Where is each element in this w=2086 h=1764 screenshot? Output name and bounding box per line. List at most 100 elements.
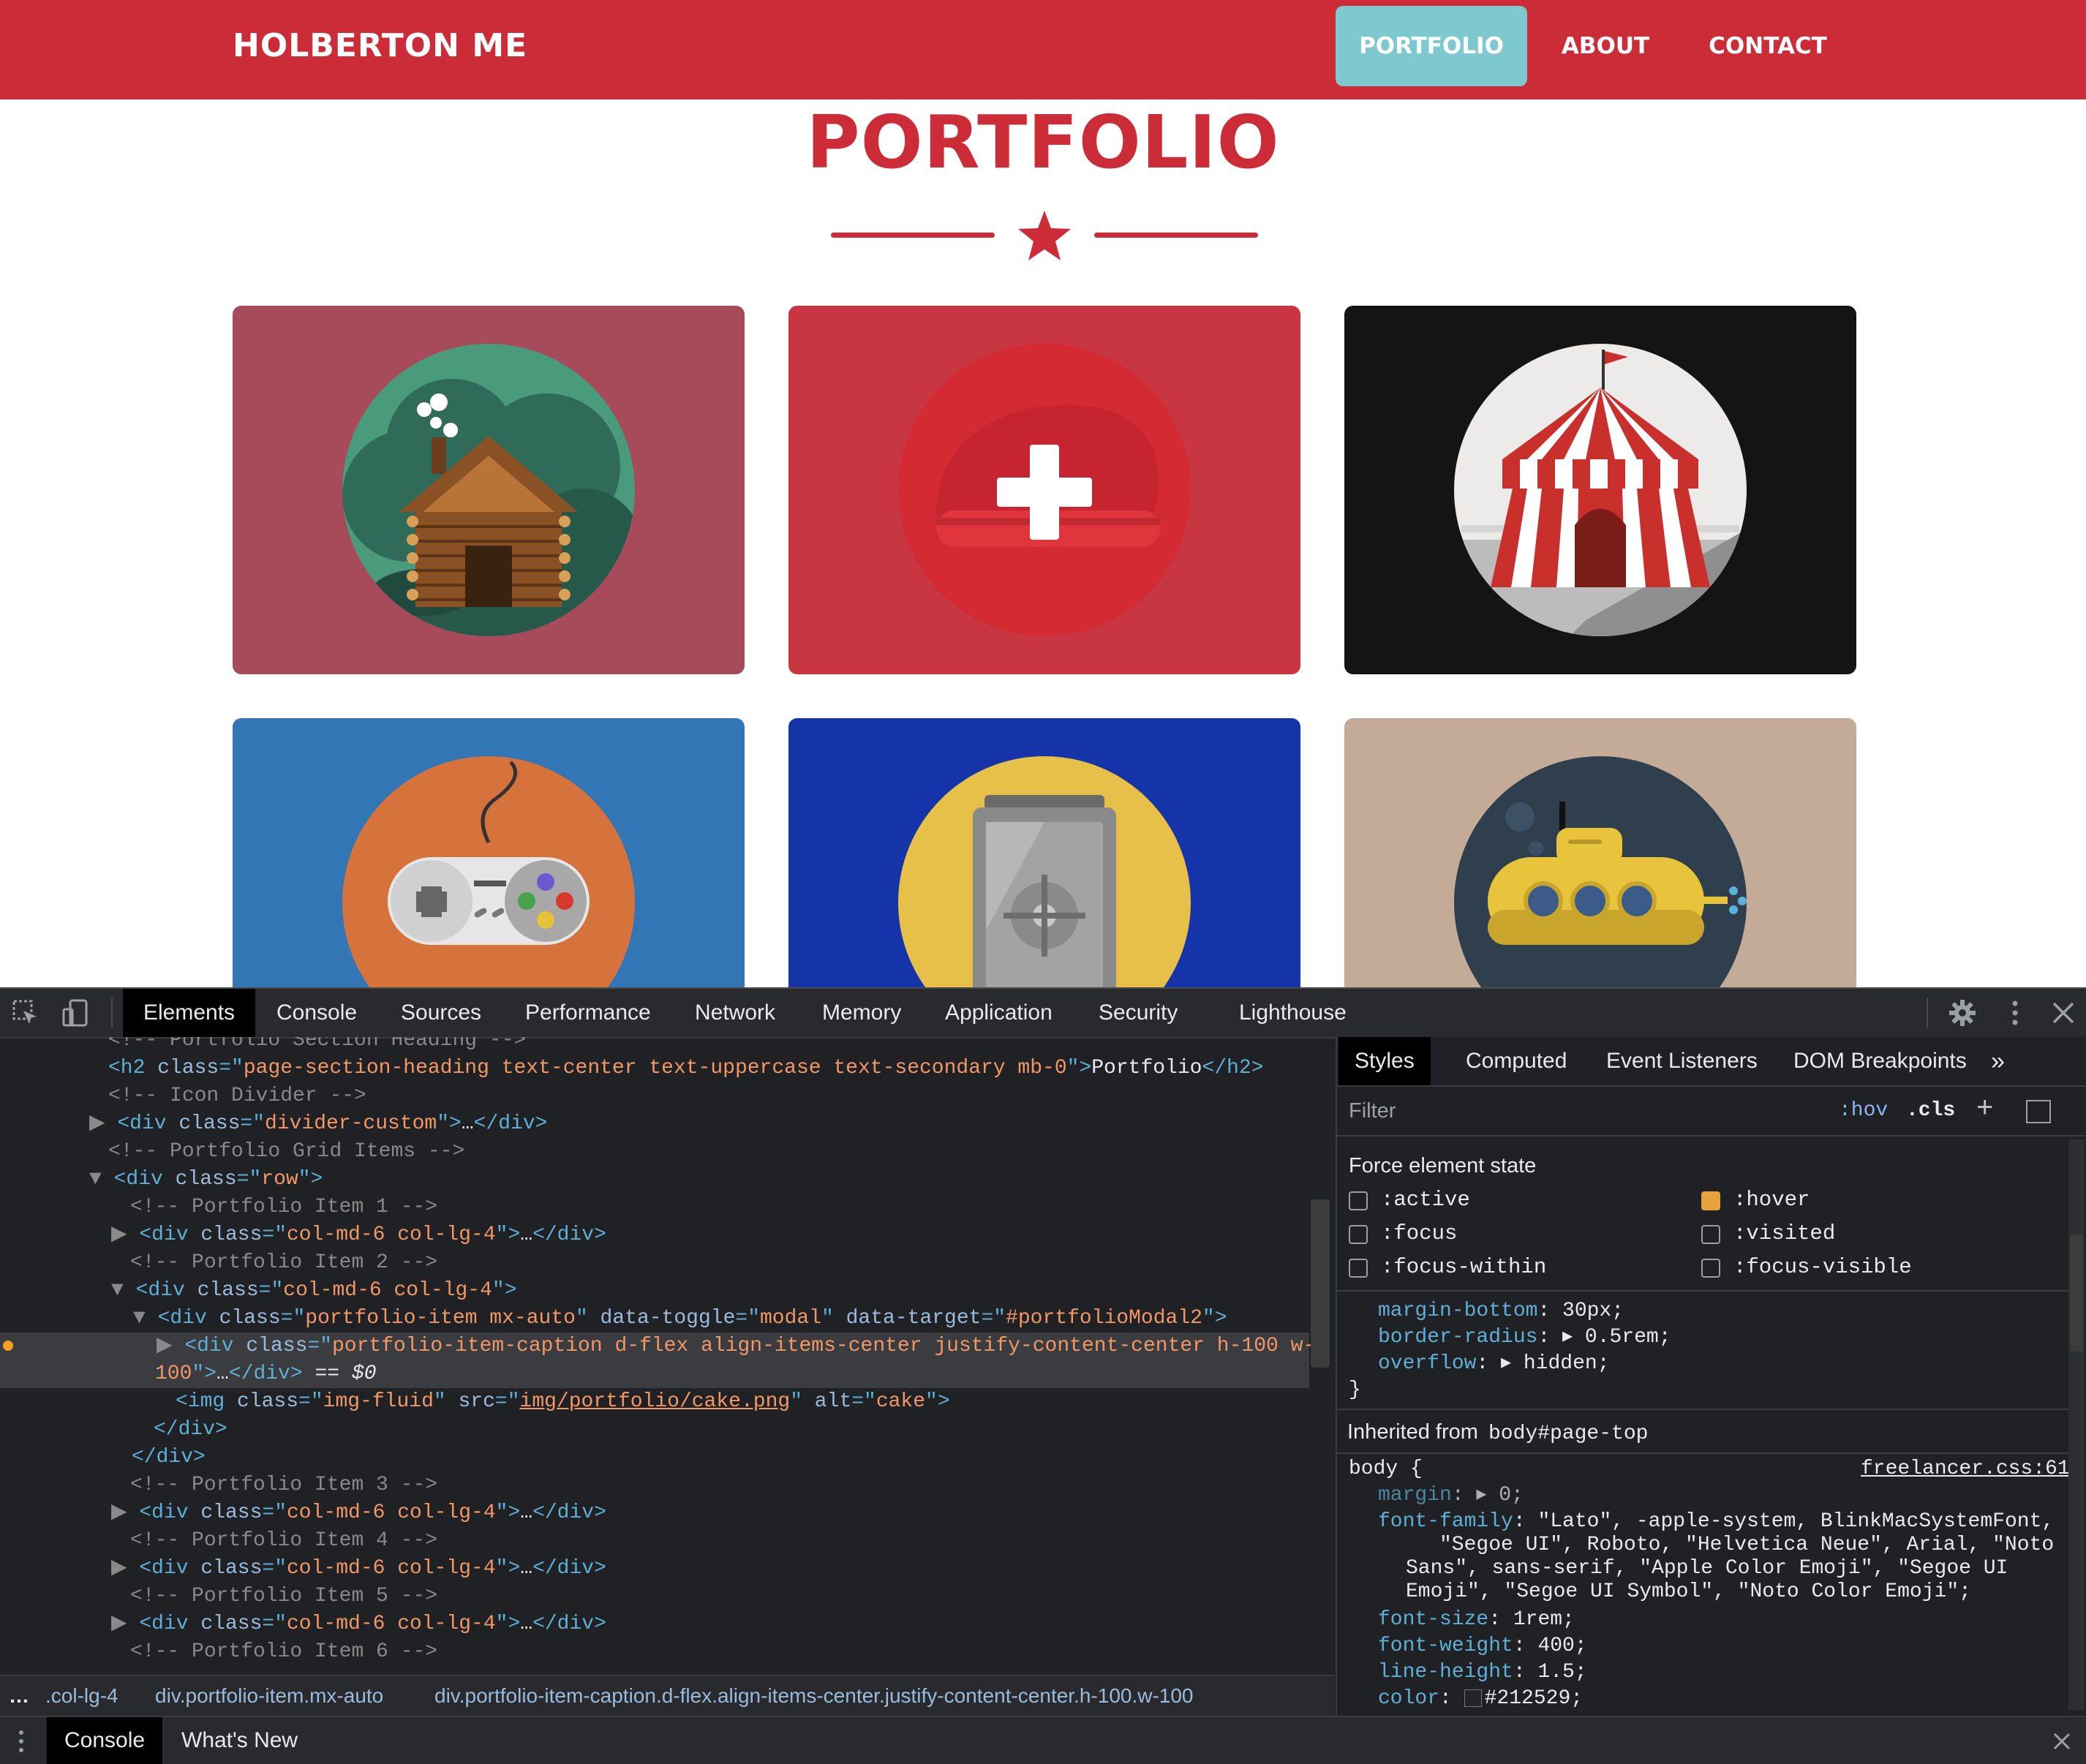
toggle-sidebar-icon[interactable] (2026, 1100, 2051, 1123)
dom-node[interactable]: ▶ <div class="col-md-6 col-lg-4">…</div> (111, 1221, 1334, 1249)
tab-application[interactable]: Application (925, 989, 1073, 1037)
portfolio-item-submarine[interactable] (1344, 718, 1856, 987)
close-devtools-icon[interactable] (2049, 999, 2077, 1027)
more-options-icon[interactable] (2001, 999, 2029, 1027)
dom-node[interactable]: ▼ <div class="col-md-6 col-lg-4"> (111, 1277, 1334, 1305)
separator (1337, 1290, 2068, 1292)
css-declaration[interactable]: color: #212529; (1378, 1686, 1583, 1711)
css-selector[interactable]: body { (1349, 1457, 1423, 1482)
styles-filter-input[interactable]: Filter (1349, 1094, 1831, 1128)
settings-gear-icon[interactable] (1948, 999, 1976, 1027)
css-source-link[interactable]: freelancer.css:61 (1861, 1457, 2070, 1482)
css-declaration[interactable]: font-size: 1rem; (1378, 1607, 1575, 1632)
circus-tent-icon (1454, 344, 1747, 636)
new-style-rule-icon[interactable]: + (1976, 1091, 1993, 1124)
device-toolbar-icon[interactable] (61, 999, 89, 1027)
dom-comment[interactable]: <!-- Icon Divider --> (108, 1082, 1334, 1110)
star-icon (1018, 211, 1071, 260)
inherited-from-header: Inherited from body#page-top (1347, 1414, 1648, 1450)
css-declaration[interactable]: margin: ▸ 0; (1378, 1483, 1524, 1508)
portfolio-item-cake[interactable] (788, 306, 1300, 674)
inherited-selector[interactable]: body#page-top (1488, 1422, 1648, 1445)
tab-event-listeners[interactable]: Event Listeners (1590, 1037, 1774, 1085)
breadcrumb-item[interactable]: .col-lg-4 (45, 1676, 118, 1716)
dom-comment[interactable]: <!-- Portfolio Item 2 --> (130, 1249, 1334, 1277)
styles-sidebar: Styles Computed Event Listeners DOM Brea… (1336, 1037, 2086, 1716)
portfolio-item-game[interactable] (233, 718, 745, 987)
drawer-tab-whats-new[interactable]: What's New (164, 1717, 315, 1764)
css-declaration-cont: "Segoe UI", Roboto, "Helvetica Neue", Ar… (1439, 1534, 2055, 1556)
drawer-menu-icon[interactable] (16, 1729, 26, 1754)
elements-tree: <!-- Portfolio Section Heading --> <h2 c… (0, 1037, 1334, 1675)
css-declaration[interactable]: border-radius: ▸ 0.5rem; (1378, 1325, 1671, 1350)
dom-node[interactable]: ▶ <div class="divider-custom">…</div> (89, 1110, 1334, 1138)
site-brand[interactable]: HOLBERTON ME (233, 0, 527, 92)
breadcrumb-more[interactable]: … (9, 1676, 29, 1716)
tab-performance[interactable]: Performance (505, 989, 671, 1037)
portfolio-item-circus[interactable] (1344, 306, 1856, 674)
css-declaration[interactable]: margin-bottom: 30px; (1378, 1299, 1624, 1324)
css-rule-close: } (1349, 1379, 1361, 1401)
safe-icon (898, 756, 1191, 987)
dom-comment[interactable]: <!-- Portfolio Grid Items --> (108, 1138, 1334, 1166)
breadcrumb-item[interactable]: div.portfolio-item.mx-auto (155, 1676, 383, 1716)
css-declaration[interactable]: font-family: "Lato", -apple-system, Blin… (1378, 1509, 2054, 1534)
cake-icon (898, 344, 1191, 636)
cabin-icon (342, 344, 635, 636)
color-swatch[interactable] (1464, 1689, 1482, 1707)
dom-comment[interactable]: <!-- Portfolio Item 5 --> (130, 1583, 1334, 1610)
nav-about-link[interactable]: ABOUT (1543, 6, 1668, 86)
divider-line-left (831, 233, 995, 238)
nav-contact-link[interactable]: CONTACT (1691, 6, 1845, 86)
site-navbar: HOLBERTON ME PORTFOLIO ABOUT CONTACT (0, 0, 2086, 99)
dom-node[interactable]: <img class="img-fluid" src="img/portfoli… (176, 1388, 1334, 1416)
css-declaration[interactable]: font-weight: 400; (1378, 1634, 1587, 1659)
breadcrumb-item-current[interactable]: div.portfolio-item-caption.d-flex.align-… (434, 1676, 1194, 1716)
tab-network[interactable]: Network (674, 989, 796, 1037)
tab-lighthouse[interactable]: Lighthouse (1219, 989, 1367, 1037)
dom-node[interactable]: ▶ <div class="col-md-6 col-lg-4">…</div> (111, 1499, 1334, 1527)
devtools-drawer: Console What's New (0, 1716, 2086, 1764)
styles-scrollbar[interactable] (2068, 1139, 2085, 1710)
styles-filter-row: Filter :hov .cls + (1337, 1087, 2086, 1137)
close-drawer-icon[interactable] (2052, 1732, 2071, 1751)
dom-node-selected-cont[interactable]: 100">…</div> == $0 (0, 1360, 1309, 1388)
dom-node-selected[interactable]: ▶ <div class="portfolio-item-caption d-f… (0, 1333, 1315, 1360)
dom-close-tag[interactable]: </div> (154, 1416, 1334, 1444)
tab-security[interactable]: Security (1078, 989, 1198, 1037)
dom-comment[interactable]: <!-- Portfolio Section Heading --> (108, 1037, 1334, 1055)
dom-node[interactable]: ▶ <div class="col-md-6 col-lg-4">…</div> (111, 1610, 1334, 1638)
tab-memory[interactable]: Memory (802, 989, 922, 1037)
elements-scrollbar[interactable] (1311, 1199, 1330, 1368)
dom-comment[interactable]: <!-- Portfolio Item 3 --> (130, 1471, 1334, 1499)
portfolio-item-safe[interactable] (788, 718, 1300, 987)
dom-node[interactable]: ▼ <div class="portfolio-item mx-auto" da… (133, 1305, 1334, 1333)
hov-toggle-button[interactable]: :hov (1839, 1094, 1888, 1128)
dom-node[interactable]: ▶ <div class="col-md-6 col-lg-4">…</div> (111, 1555, 1334, 1583)
tab-elements[interactable]: Elements (123, 989, 256, 1037)
dom-comment[interactable]: <!-- Portfolio Item 6 --> (130, 1638, 1334, 1666)
css-declaration[interactable]: line-height: 1.5; (1378, 1660, 1587, 1685)
game-controller-icon (342, 756, 635, 987)
inherited-label: Inherited from (1347, 1420, 1478, 1444)
tab-sources[interactable]: Sources (380, 989, 502, 1037)
dom-node[interactable]: <h2 class="page-section-heading text-cen… (108, 1055, 1334, 1082)
dom-comment[interactable]: <!-- Portfolio Item 1 --> (130, 1194, 1334, 1221)
page-viewport: HOLBERTON ME PORTFOLIO ABOUT CONTACT POR… (0, 0, 2086, 987)
tab-computed[interactable]: Computed (1450, 1037, 1583, 1085)
css-declaration[interactable]: overflow: ▸ hidden; (1378, 1352, 1610, 1376)
tab-console[interactable]: Console (256, 989, 377, 1037)
more-tabs-icon[interactable]: » (1975, 1037, 2021, 1085)
portfolio-item-cabin[interactable] (233, 306, 745, 674)
css-declaration-cont: Emoji", "Segoe UI Symbol", "Noto Color E… (1406, 1580, 1971, 1603)
dom-comment[interactable]: <!-- Portfolio Item 4 --> (130, 1527, 1334, 1555)
dom-close-tag[interactable]: </div> (132, 1444, 1334, 1471)
tab-dom-breakpoints[interactable]: DOM Breakpoints (1777, 1037, 1983, 1085)
tab-styles[interactable]: Styles (1338, 1037, 1431, 1085)
dom-node[interactable]: ▼ <div class="row"> (89, 1166, 1334, 1194)
cls-toggle-button[interactable]: .cls (1906, 1094, 1955, 1128)
drawer-tab-console[interactable]: Console (47, 1717, 163, 1764)
portfolio-heading: PORTFOLIO (806, 99, 1280, 185)
nav-portfolio-link[interactable]: PORTFOLIO (1336, 6, 1527, 86)
inspect-element-icon[interactable] (12, 999, 39, 1027)
